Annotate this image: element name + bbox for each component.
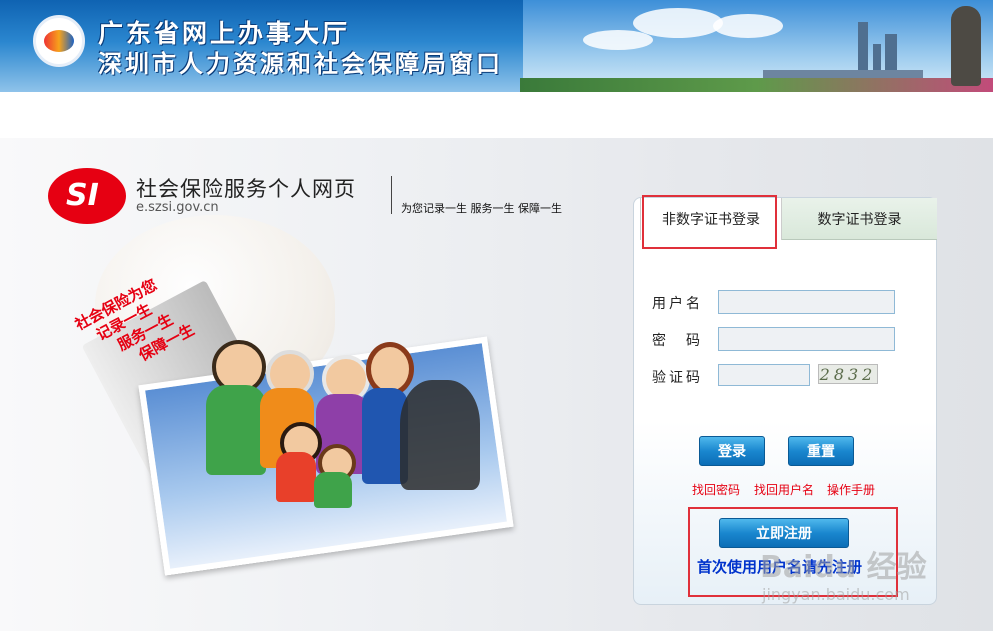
password-input[interactable]: [718, 327, 895, 351]
guangdong-logo: [33, 15, 85, 67]
brand-divider: [391, 176, 392, 214]
shadow-figures: [400, 380, 480, 490]
recover-password-link[interactable]: 找回密码: [692, 481, 740, 498]
username-label: 用户名: [652, 296, 703, 312]
header-title-line2: 深圳市人力资源和社会保障局窗口: [98, 50, 503, 78]
login-button[interactable]: 登录: [699, 436, 765, 466]
captcha-label: 验证码: [652, 370, 703, 386]
recover-username-link[interactable]: 找回用户名: [754, 481, 814, 498]
brand-title: 社会保险服务个人网页: [136, 177, 356, 201]
brand-url: e.szsi.gov.cn: [136, 200, 219, 215]
manual-link[interactable]: 操作手册: [827, 481, 875, 498]
watermark-logo: Baidu 经验: [760, 550, 927, 585]
tab-digital-cert-login[interactable]: 数字证书登录: [782, 198, 937, 240]
username-input[interactable]: [718, 290, 895, 314]
header-banner: 广东省网上办事大厅 深圳市人力资源和社会保障局窗口: [0, 0, 993, 92]
brand-slogan: 为您记录一生 服务一生 保障一生: [401, 202, 562, 215]
highlight-box-tab: [642, 195, 777, 249]
password-label: 密 码: [652, 333, 703, 349]
captcha-input[interactable]: [718, 364, 810, 386]
reset-button[interactable]: 重置: [788, 436, 854, 466]
si-logo: SI: [48, 168, 126, 224]
captcha-image[interactable]: 2832: [818, 364, 878, 384]
watermark-url: jingyan.baidu.com: [762, 585, 910, 604]
statue-image: [951, 6, 981, 86]
